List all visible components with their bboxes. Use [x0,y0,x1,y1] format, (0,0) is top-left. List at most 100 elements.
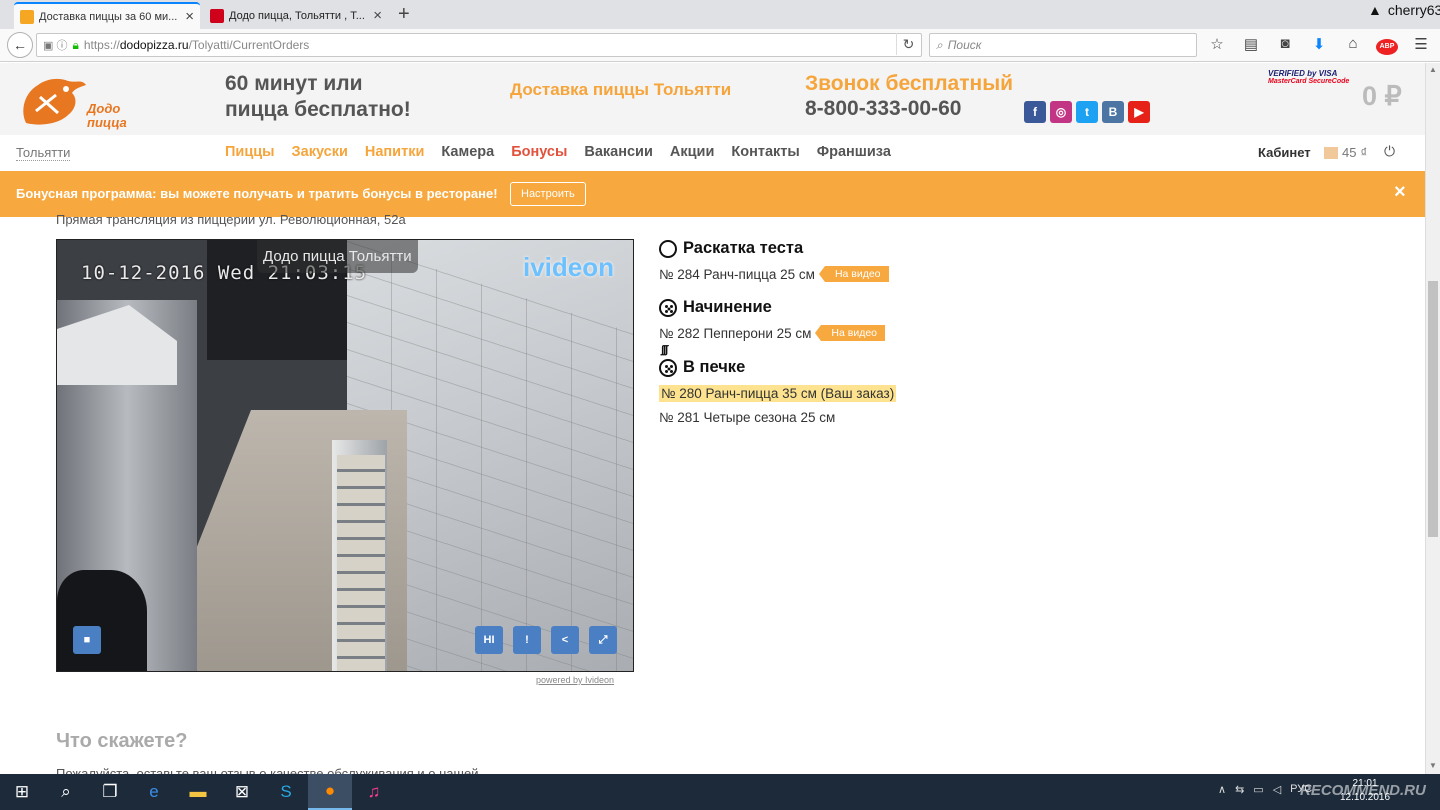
user-name: cherry63 [1387,2,1440,18]
tab-title: Доставка пиццы за 60 ми... [39,10,178,23]
edge-icon[interactable]: e [132,774,176,810]
powered-by-link[interactable]: powered by Ivideon [536,675,614,685]
order-item: № 281 Четыре сезона 25 см [659,410,896,425]
menu-icon[interactable]: ☰ [1410,35,1432,55]
video-scene-ingredient-bins [337,455,385,671]
user-icon: ▲ [1368,2,1382,18]
home-icon[interactable]: ⌂ [1342,35,1364,55]
bonus-balance[interactable]: 45 ₫ [1324,145,1367,160]
pizza-icon [659,298,677,317]
search-icon[interactable]: ⌕ [44,774,88,810]
close-banner-icon[interactable]: × [1394,181,1406,204]
stage-oven: ∫∫∫ В печке № 280 Ранч-пицца 35 см (Ваш … [659,344,897,425]
social-links: f ◎ t В ▶ [1024,101,1150,123]
hot-pizza-icon [659,358,677,377]
main-menu: Пиццы Закуски Напитки Камера Бонусы Вака… [225,144,891,160]
pocket-icon[interactable]: ◙ [1274,35,1296,55]
stop-button[interactable]: ■ [73,626,101,654]
menu-item-snacks[interactable]: Закуски [292,144,348,160]
browser-tab-active[interactable]: Доставка пиццы за 60 ми... × [14,2,200,29]
ivideon-logo: ivideon [523,252,615,282]
menu-item-promotions[interactable]: Акции [670,144,714,160]
search-input[interactable]: ⌕ Поиск [929,33,1197,57]
share-icon: < [561,634,569,646]
feedback-title: Что скажете? [56,730,188,752]
chevron-up-icon[interactable]: ∧ [1218,783,1226,796]
reload-button[interactable]: ↻ [896,33,920,55]
itunes-icon[interactable]: ♫ [352,774,396,810]
menu-item-drinks[interactable]: Напитки [365,144,424,160]
task-view-icon[interactable]: ❐ [88,774,132,810]
instagram-icon[interactable]: ◎ [1050,101,1072,123]
camera-video-player[interactable]: 10-12-2016 Wed 21:03:15 Додо пицца Толья… [56,239,634,672]
user-profile[interactable]: ▲ cherry63 [1368,2,1440,18]
file-explorer-icon[interactable]: ▬ [176,774,220,810]
slogan-line2: пицца бесплатно! [225,98,411,121]
menu-item-bonuses[interactable]: Бонусы [511,144,567,160]
call-free-label: Звонок бесплатный [805,72,1014,95]
main-menu-row: Тольятти Пиццы Закуски Напитки Камера Бо… [0,135,1425,171]
toolbar-icons: ☆ ▤ ◙ ⬇ ⌂ ABP ☰ [1206,35,1432,55]
page-scrollbar[interactable]: ▲ ▼ [1425,63,1440,774]
search-placeholder: Поиск [947,38,982,52]
video-camera-title: Додо пицца Тольятти [257,240,418,273]
cabinet-link[interactable]: Кабинет [1258,145,1311,160]
configure-button[interactable]: Настроить [510,182,586,206]
circle-icon [659,239,677,258]
youtube-icon[interactable]: ▶ [1128,101,1150,123]
windows-taskbar: ⊞ ⌕ ❐ e ▬ ⊠ S ● ♫ ∧ ⇆ ▭ ◁ РУС 21:01 12.1… [0,774,1440,810]
order-text: № 284 Ранч-пицца 25 см [659,266,815,282]
menu-item-camera[interactable]: Камера [441,144,494,160]
page-info-icon[interactable]: ▣ ⓘ [43,37,67,53]
menu-item-franchise[interactable]: Франшиза [817,144,891,160]
adblock-icon[interactable]: ABP [1376,35,1398,55]
watermark: RECOMMEND.RU [1300,782,1426,799]
stage-title: Раскатка теста [659,239,889,258]
address-bar[interactable]: ▣ ⓘ 🔒︎ https:// dodopizza.ru /Tolyatti/C… [36,33,922,57]
new-tab-button[interactable]: + [398,3,410,25]
start-windows-icon[interactable]: ⊞ [0,774,44,810]
skype-icon[interactable]: S [264,774,308,810]
browser-navbar: ← ▣ ⓘ 🔒︎ https:// dodopizza.ru /Tolyatti… [0,29,1440,62]
scroll-down-icon[interactable]: ▼ [1429,761,1437,770]
browser-tab-inactive[interactable]: Додо пицца, Тольятти , Т... × [204,2,388,29]
scroll-thumb[interactable] [1428,281,1438,537]
stage-topping: Начинение № 282 Пепперони 25 см На видео [659,298,886,341]
stage-title: Начинение [659,298,885,317]
dodo-logo[interactable]: Додо пицца [16,71,146,131]
city-selector[interactable]: Тольятти [16,145,71,161]
close-tab-icon[interactable]: × [185,8,194,25]
vk-icon[interactable]: В [1102,101,1124,123]
store-icon[interactable]: ⊠ [220,774,264,810]
dodo-favicon-icon [210,8,224,23]
stage-rolling: Раскатка теста № 284 Ранч-пицца 25 см На… [659,239,889,282]
stream-subtitle: Прямая трансляция из пиццерии ул. Револю… [56,212,406,227]
twitter-icon[interactable]: t [1076,101,1098,123]
hi-quality-button[interactable]: HI [475,626,503,654]
back-button[interactable]: ← [7,32,33,58]
facebook-icon[interactable]: f [1024,101,1046,123]
site-header: Додо пицца 60 минут или пицца бесплатно!… [0,63,1425,135]
sync-icon[interactable]: ⇆ [1235,783,1244,796]
system-tray: ∧ ⇆ ▭ ◁ РУС [1218,783,1312,796]
volume-icon[interactable]: ◁ [1273,783,1281,796]
alert-button[interactable]: ! [513,626,541,654]
url-protocol: https:// [83,38,120,52]
menu-item-pizzas[interactable]: Пиццы [225,144,275,160]
firefox-icon[interactable]: ● [308,774,352,810]
url-path: /Tolyatti/CurrentOrders [188,38,310,52]
network-icon[interactable]: ▭ [1253,783,1263,796]
fullscreen-button[interactable]: ⤢ [589,626,617,654]
scroll-up-icon[interactable]: ▲ [1429,65,1437,74]
order-item-mine: № 280 Ранч-пицца 35 см (Ваш заказ) [659,385,897,402]
menu-item-contacts[interactable]: Контакты [731,144,799,160]
share-button[interactable]: < [551,626,579,654]
reading-list-icon[interactable]: ▤ [1240,35,1262,55]
cart-total[interactable]: 0 ₽ [1362,81,1402,112]
close-tab-icon[interactable]: × [373,7,382,24]
phone-number[interactable]: 8-800-333-00-60 [805,97,961,121]
logout-power-icon[interactable]: ⏻ [1384,143,1395,160]
bookmark-star-icon[interactable]: ☆ [1206,35,1228,55]
download-icon[interactable]: ⬇ [1308,35,1330,55]
menu-item-vacancies[interactable]: Вакансии [584,144,653,160]
